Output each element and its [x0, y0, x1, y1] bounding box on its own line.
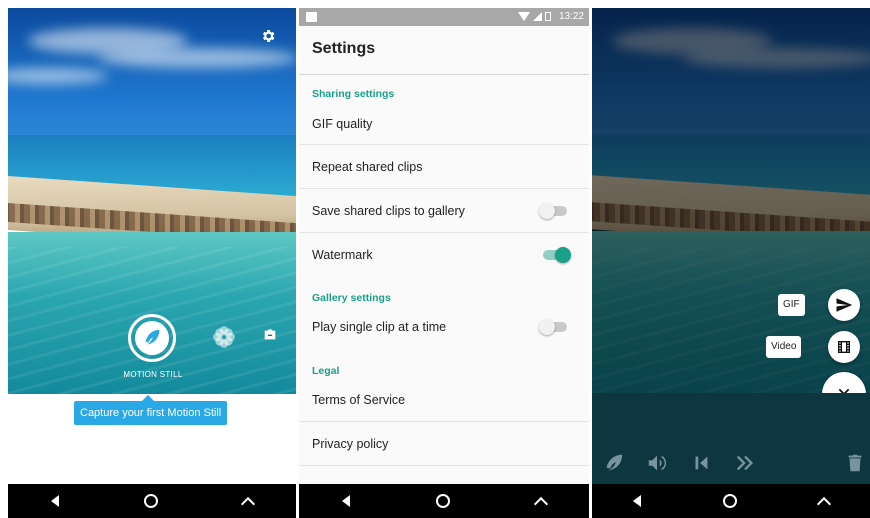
setting-terms-of-service[interactable]: Terms of Service [299, 378, 589, 422]
home-icon[interactable] [436, 494, 450, 508]
fast-forward-icon[interactable] [734, 452, 756, 474]
app-bar: Settings [299, 26, 589, 75]
nav-bar [592, 484, 870, 518]
back-icon[interactable] [342, 495, 350, 507]
share-video-chip[interactable]: Video [766, 336, 802, 358]
back-icon[interactable] [633, 495, 641, 507]
setting-label: Watermark [312, 248, 373, 262]
signal-icon [533, 12, 542, 21]
home-icon[interactable] [723, 494, 737, 508]
share-screen: GIF Video [592, 8, 870, 518]
wifi-icon [518, 12, 530, 21]
send-button[interactable] [828, 289, 860, 321]
edit-toolbar [592, 393, 870, 484]
film-icon [838, 341, 850, 353]
gear-icon[interactable] [260, 28, 276, 44]
home-icon[interactable] [143, 494, 158, 508]
notification-icon [306, 12, 317, 22]
setting-label: Terms of Service [312, 393, 406, 407]
battery-icon [545, 12, 551, 21]
nav-bar [8, 484, 296, 518]
recents-icon[interactable] [241, 496, 256, 512]
setting-label: Privacy policy [312, 437, 389, 451]
save-gallery-toggle[interactable] [539, 203, 567, 219]
motion-still-icon [145, 329, 160, 345]
section-gallery-settings: Gallery settings [312, 292, 391, 304]
section-legal: Legal [312, 365, 340, 377]
bounce-icon[interactable] [690, 452, 712, 474]
setting-label: GIF quality [312, 117, 373, 131]
volume-icon[interactable] [646, 452, 668, 474]
setting-label: Play single clip at a time [312, 320, 447, 334]
share-gif-chip[interactable]: GIF [778, 294, 805, 316]
shutter-button[interactable] [128, 314, 176, 362]
setting-label: Save shared clips to gallery [312, 204, 465, 218]
flower-icon[interactable] [211, 324, 237, 350]
setting-label: Repeat shared clips [312, 160, 423, 174]
back-icon[interactable] [50, 495, 59, 507]
motion-icon[interactable] [602, 452, 624, 474]
send-icon [836, 298, 853, 312]
setting-gif-quality[interactable]: GIF quality [299, 101, 589, 145]
shutter-label: MOTION STILL [123, 370, 183, 379]
setting-watermark[interactable]: Watermark [299, 233, 589, 276]
nav-bar [299, 484, 589, 518]
trash-icon[interactable] [844, 452, 866, 474]
page-title: Settings [312, 40, 376, 57]
capture-tooltip: Capture your first Motion Still [74, 395, 228, 425]
recents-icon[interactable] [533, 496, 549, 512]
status-bar: 13:22 [299, 8, 589, 26]
setting-repeat-shared-clips[interactable]: Repeat shared clips [299, 145, 589, 189]
play-single-toggle[interactable] [539, 319, 567, 335]
recents-icon[interactable] [816, 496, 832, 512]
section-sharing-settings: Sharing settings [312, 88, 395, 100]
setting-play-single-clip[interactable]: Play single clip at a time [299, 306, 589, 349]
camera-switch-icon[interactable] [262, 326, 278, 342]
setting-save-shared-clips[interactable]: Save shared clips to gallery [299, 189, 589, 233]
status-time: 13:22 [558, 11, 584, 22]
camera-screen: MOTION STILL Capture your first Motion S… [8, 8, 296, 518]
watermark-toggle[interactable] [543, 247, 571, 263]
preview-overlay [592, 8, 870, 393]
setting-privacy-policy[interactable]: Privacy policy [299, 422, 589, 466]
share-video-button[interactable] [828, 331, 860, 363]
settings-screen: 13:22 Settings Sharing settings GIF qual… [299, 8, 589, 518]
